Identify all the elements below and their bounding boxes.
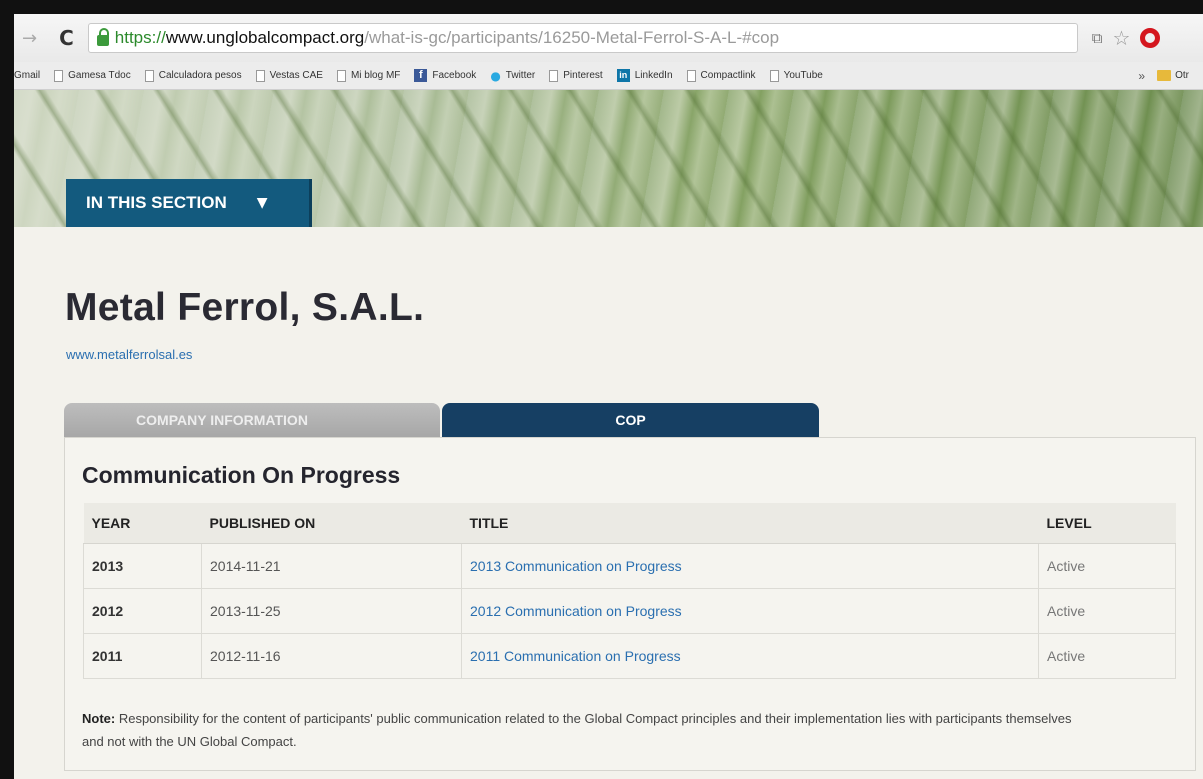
page-icon: [769, 69, 779, 82]
bookmark-calculadora[interactable]: Calculadora pesos: [144, 69, 242, 82]
cell-level: Active: [1038, 543, 1176, 589]
tab-bar: COMPANY INFORMATION COP: [64, 403, 819, 437]
bookmark-pinterest[interactable]: Pinterest: [549, 69, 603, 82]
tab-company-information[interactable]: COMPANY INFORMATION: [64, 403, 440, 437]
cell-year: 2013: [83, 543, 202, 589]
bookmark-twitter[interactable]: ● Twitter: [490, 69, 535, 83]
cell-year: 2012: [83, 588, 202, 634]
page-icon: [686, 69, 696, 82]
responsibility-note: Note: Responsibility for the content of …: [82, 707, 1082, 753]
page-icon: [336, 69, 346, 82]
column-header-year: YEAR: [83, 503, 202, 544]
cell-year: 2011: [83, 633, 202, 679]
cell-title: 2013 Communication on Progress: [461, 543, 1039, 589]
linkedin-icon: in: [616, 69, 630, 82]
address-bar[interactable]: https:// www.unglobalcompact.org /what-i…: [87, 23, 1078, 53]
cop-report-link[interactable]: 2012 Communication on Progress: [470, 603, 682, 619]
column-header-title: TITLE: [461, 503, 1039, 544]
browser-toolbar: → C https:// www.unglobalcompact.org /wh…: [14, 14, 1203, 62]
table-row: 2013 2014-11-21 2013 Communication on Pr…: [83, 543, 1176, 589]
url-scheme: https://: [114, 28, 166, 47]
cell-published: 2013-11-25: [201, 588, 462, 634]
bookmark-facebook[interactable]: f Facebook: [414, 69, 476, 82]
folder-icon: [1157, 70, 1172, 81]
page-icon: [144, 69, 154, 82]
url-host: www.unglobalcompact.org: [165, 28, 365, 47]
column-header-level: LEVEL: [1038, 503, 1176, 544]
column-header-published: PUBLISHED ON: [201, 503, 462, 544]
page-icon: [54, 69, 64, 82]
tab-cop[interactable]: COP: [442, 403, 819, 437]
extension-icon[interactable]: ⧉: [1092, 29, 1103, 47]
bookmark-youtube[interactable]: YouTube: [769, 69, 823, 82]
table-row: 2012 2013-11-25 2012 Communication on Pr…: [83, 588, 1176, 634]
bookmark-compactlink[interactable]: Compactlink: [686, 69, 756, 82]
bookmarks-overflow[interactable]: »: [1138, 69, 1145, 83]
cell-level: Active: [1038, 588, 1176, 634]
page-icon: [255, 69, 265, 82]
reload-icon[interactable]: C: [59, 26, 74, 50]
lock-icon: [96, 27, 109, 46]
table-header-row: YEAR PUBLISHED ON TITLE LEVEL: [83, 503, 1176, 544]
bookmark-gamesa[interactable]: Gamesa Tdoc: [54, 69, 131, 82]
cell-published: 2014-11-21: [201, 543, 462, 589]
cell-title: 2012 Communication on Progress: [461, 588, 1039, 634]
cell-level: Active: [1038, 633, 1176, 679]
bookmark-blog[interactable]: Mi blog MF: [336, 69, 400, 82]
cell-published: 2012-11-16: [201, 633, 462, 679]
cop-table: YEAR PUBLISHED ON TITLE LEVEL 2013 2014-…: [83, 503, 1176, 679]
table-row: 2011 2012-11-16 2011 Communication on Pr…: [83, 633, 1176, 679]
cop-heading: Communication On Progress: [82, 462, 401, 488]
twitter-icon: ●: [490, 68, 501, 83]
hero-banner: IN THIS SECTION ▼: [14, 90, 1203, 227]
bookmarks-bar: Gmail Gamesa Tdoc Calculadora pesos Vest…: [14, 62, 1203, 90]
caret-down-icon: ▼: [256, 195, 268, 211]
cop-report-link[interactable]: 2013 Communication on Progress: [470, 558, 682, 574]
note-label: Note:: [82, 711, 116, 726]
url-path: /what-is-gc/participants/16250-Metal-Fer…: [364, 28, 780, 47]
bookmark-star-icon[interactable]: ☆: [1113, 26, 1131, 50]
cell-title: 2011 Communication on Progress: [461, 633, 1039, 679]
page-title: Metal Ferrol, S.A.L.: [65, 286, 425, 329]
page-icon: [549, 69, 559, 82]
bookmark-gmail[interactable]: Gmail: [14, 70, 40, 81]
in-this-section-button[interactable]: IN THIS SECTION ▼: [66, 179, 312, 227]
facebook-icon: f: [414, 69, 428, 82]
cop-report-link[interactable]: 2011 Communication on Progress: [470, 648, 681, 664]
company-website-link[interactable]: www.metalferrolsal.es: [66, 347, 192, 362]
bookmark-linkedin[interactable]: in LinkedIn: [616, 69, 673, 82]
bookmark-vestas[interactable]: Vestas CAE: [255, 69, 323, 82]
bookmark-other[interactable]: Otr: [1157, 70, 1189, 81]
forward-arrow-icon[interactable]: →: [22, 28, 37, 49]
opera-icon[interactable]: [1140, 28, 1161, 48]
note-text: Responsibility for the content of partic…: [82, 711, 1072, 749]
